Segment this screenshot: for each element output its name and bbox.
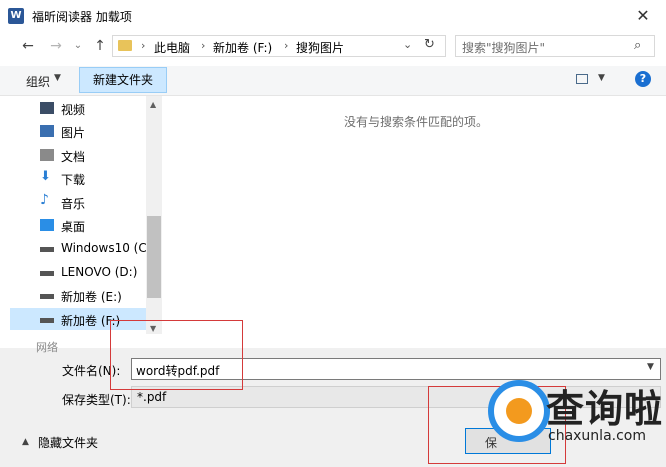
watermark-text: 查询啦: [546, 386, 664, 431]
music-icon: ♪: [40, 191, 49, 208]
folder-icon: [118, 40, 132, 51]
breadcrumb-this-pc[interactable]: 此电脑: [154, 39, 190, 56]
watermark-url: chaxunla.com: [548, 428, 646, 444]
word-app-icon: W: [8, 8, 24, 24]
close-button[interactable]: ✕: [620, 0, 666, 32]
hide-folders-button[interactable]: 隐藏文件夹: [38, 434, 98, 451]
sidebar-item-label: LENOVO (D:): [61, 264, 138, 279]
picture-icon: [40, 125, 54, 138]
up-button[interactable]: ↑: [90, 36, 110, 56]
view-options-icon[interactable]: [576, 74, 588, 84]
breadcrumb-sogou-pictures[interactable]: 搜狗图片: [296, 39, 344, 56]
sidebar-item[interactable]: 图片: [10, 120, 148, 142]
sidebar-item[interactable]: 文档: [10, 144, 148, 166]
scroll-up-icon[interactable]: ▲: [150, 100, 156, 109]
drive-icon: [40, 294, 54, 300]
sidebar-item-label: 图片: [61, 126, 86, 141]
scrollbar-thumb[interactable]: [147, 216, 161, 298]
sidebar-item-label: 文档: [61, 149, 86, 164]
download-icon: ⬇: [40, 169, 51, 185]
sidebar-item[interactable]: 视频: [10, 97, 148, 119]
watermark-logo-dot: [506, 398, 532, 424]
empty-folder-message: 没有与搜索条件匹配的项。: [344, 115, 489, 129]
window-title: 福昕阅读器 加载项: [32, 10, 132, 24]
help-icon[interactable]: ?: [635, 71, 651, 87]
filename-dropdown-icon[interactable]: ▼: [647, 362, 654, 372]
windows-drive-icon: [40, 247, 54, 253]
sidebar-item-label: 下载: [61, 173, 86, 188]
filetype-label: 保存类型(T):: [62, 393, 131, 407]
breadcrumb-separator: ›: [141, 39, 146, 52]
sidebar-item[interactable]: ⬇ 下载: [10, 167, 148, 189]
caret-down-icon[interactable]: ▼: [54, 73, 61, 83]
sidebar-item[interactable]: 新加卷 (E:): [10, 284, 148, 306]
organize-button[interactable]: 组织: [26, 73, 50, 90]
sidebar-item[interactable]: ♪ 音乐: [10, 191, 148, 213]
drive-icon: [40, 270, 54, 276]
highlight-box-filename: [110, 320, 243, 390]
back-button[interactable]: ←: [18, 36, 38, 56]
address-dropdown-icon[interactable]: ⌄: [403, 38, 412, 51]
recent-locations-button[interactable]: ⌄: [68, 36, 88, 56]
caret-up-icon[interactable]: ▲: [22, 437, 29, 447]
sidebar-item[interactable]: Windows10 (C:: [10, 237, 151, 259]
sidebar-item-label: 新加卷 (E:): [61, 290, 122, 305]
drive-icon: [40, 317, 54, 323]
forward-button[interactable]: →: [46, 36, 66, 56]
caret-down-icon[interactable]: ▼: [598, 73, 605, 83]
new-folder-button[interactable]: 新建文件夹: [79, 67, 167, 93]
sidebar-item-label: 音乐: [61, 196, 86, 211]
sidebar-item[interactable]: LENOVO (D:): [10, 261, 148, 283]
search-icon[interactable]: ⌕: [634, 38, 641, 53]
desktop-icon: [40, 219, 54, 231]
sidebar-item-network[interactable]: 网络: [36, 339, 58, 355]
sidebar-item[interactable]: 桌面: [10, 214, 148, 236]
sidebar-item-label: 视频: [61, 103, 86, 117]
sidebar-item-label: Windows10 (C:: [61, 241, 151, 256]
video-icon: [40, 102, 54, 114]
refresh-icon[interactable]: ↻: [424, 37, 435, 52]
breadcrumb-drive-f[interactable]: 新加卷 (F:): [213, 39, 272, 56]
breadcrumb-separator: ›: [201, 39, 206, 52]
search-placeholder[interactable]: 搜索"搜狗图片": [462, 39, 545, 56]
navigation-scrollbar[interactable]: [146, 96, 162, 334]
breadcrumb-separator: ›: [284, 39, 289, 52]
document-icon: [40, 148, 54, 161]
sidebar-item-label: 桌面: [61, 220, 86, 234]
filetype-value[interactable]: *.pdf: [137, 390, 166, 404]
